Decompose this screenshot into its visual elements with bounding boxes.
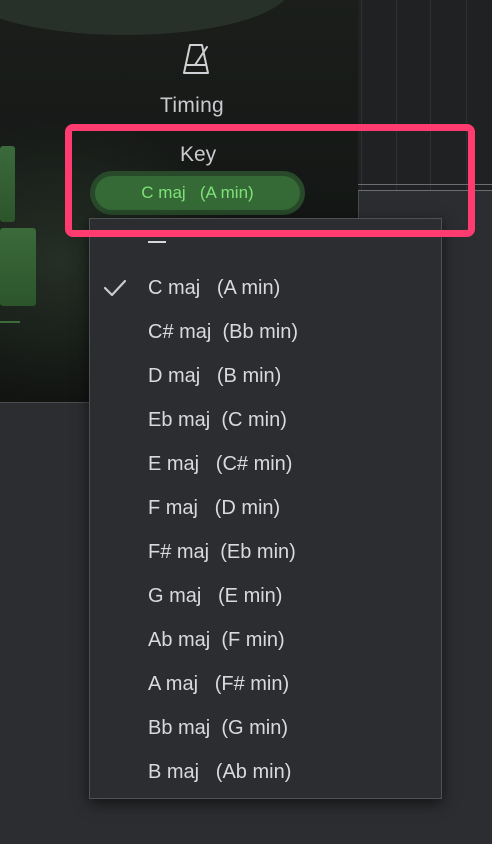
- menu-item-label: G maj (E min): [148, 584, 283, 607]
- menu-item-eb-maj[interactable]: Eb maj (C min): [90, 398, 441, 442]
- green-pad[interactable]: [0, 146, 15, 222]
- menu-item-f-sharp-maj[interactable]: F# maj (Eb min): [90, 530, 441, 574]
- menu-item-b-maj[interactable]: B maj (Ab min): [90, 750, 441, 794]
- menu-item-label: C# maj (Bb min): [148, 320, 299, 343]
- menu-item-label: D maj (B min): [148, 364, 282, 387]
- menu-item-f-maj[interactable]: F maj (D min): [90, 486, 441, 530]
- green-indicator-line: [0, 321, 20, 323]
- divider-line: [358, 184, 492, 185]
- right-side-panel: [358, 0, 492, 190]
- menu-scroll-up-indicator[interactable]: [148, 241, 166, 243]
- metronome-icon[interactable]: [182, 42, 210, 76]
- menu-item-c-sharp-maj[interactable]: C# maj (Bb min): [90, 310, 441, 354]
- menu-item-label: B maj (Ab min): [148, 760, 292, 783]
- menu-item-ab-maj[interactable]: Ab maj (F min): [90, 618, 441, 662]
- menu-item-label: Eb maj (C min): [148, 408, 287, 431]
- app-window: Timing Key C maj (A min) C maj (A min) C…: [0, 0, 492, 844]
- key-dropdown-menu[interactable]: C maj (A min) C# maj (Bb min) D maj (B m…: [89, 218, 442, 799]
- key-select-button[interactable]: C maj (A min): [90, 171, 305, 215]
- menu-item-label: E maj (C# min): [148, 452, 293, 475]
- divider-line: [358, 190, 492, 191]
- menu-item-d-maj[interactable]: D maj (B min): [90, 354, 441, 398]
- menu-item-c-maj[interactable]: C maj (A min): [90, 266, 441, 310]
- key-label: Key: [180, 143, 217, 166]
- checkmark-icon: [102, 278, 128, 298]
- timing-label: Timing: [160, 94, 225, 117]
- artwork-arc: [0, 0, 290, 35]
- menu-item-label: F maj (D min): [148, 496, 281, 519]
- menu-item-label: A maj (F# min): [148, 672, 290, 695]
- menu-item-label: Ab maj (F min): [148, 628, 285, 651]
- menu-item-bb-maj[interactable]: Bb maj (G min): [90, 706, 441, 750]
- menu-item-a-maj[interactable]: A maj (F# min): [90, 662, 441, 706]
- menu-item-g-maj[interactable]: G maj (E min): [90, 574, 441, 618]
- key-selected-value: C maj (A min): [95, 176, 300, 210]
- menu-item-label: Bb maj (G min): [148, 716, 289, 739]
- menu-item-e-maj[interactable]: E maj (C# min): [90, 442, 441, 486]
- menu-item-label: F# maj (Eb min): [148, 540, 296, 563]
- menu-item-label: C maj (A min): [148, 276, 281, 299]
- green-pad[interactable]: [0, 228, 36, 306]
